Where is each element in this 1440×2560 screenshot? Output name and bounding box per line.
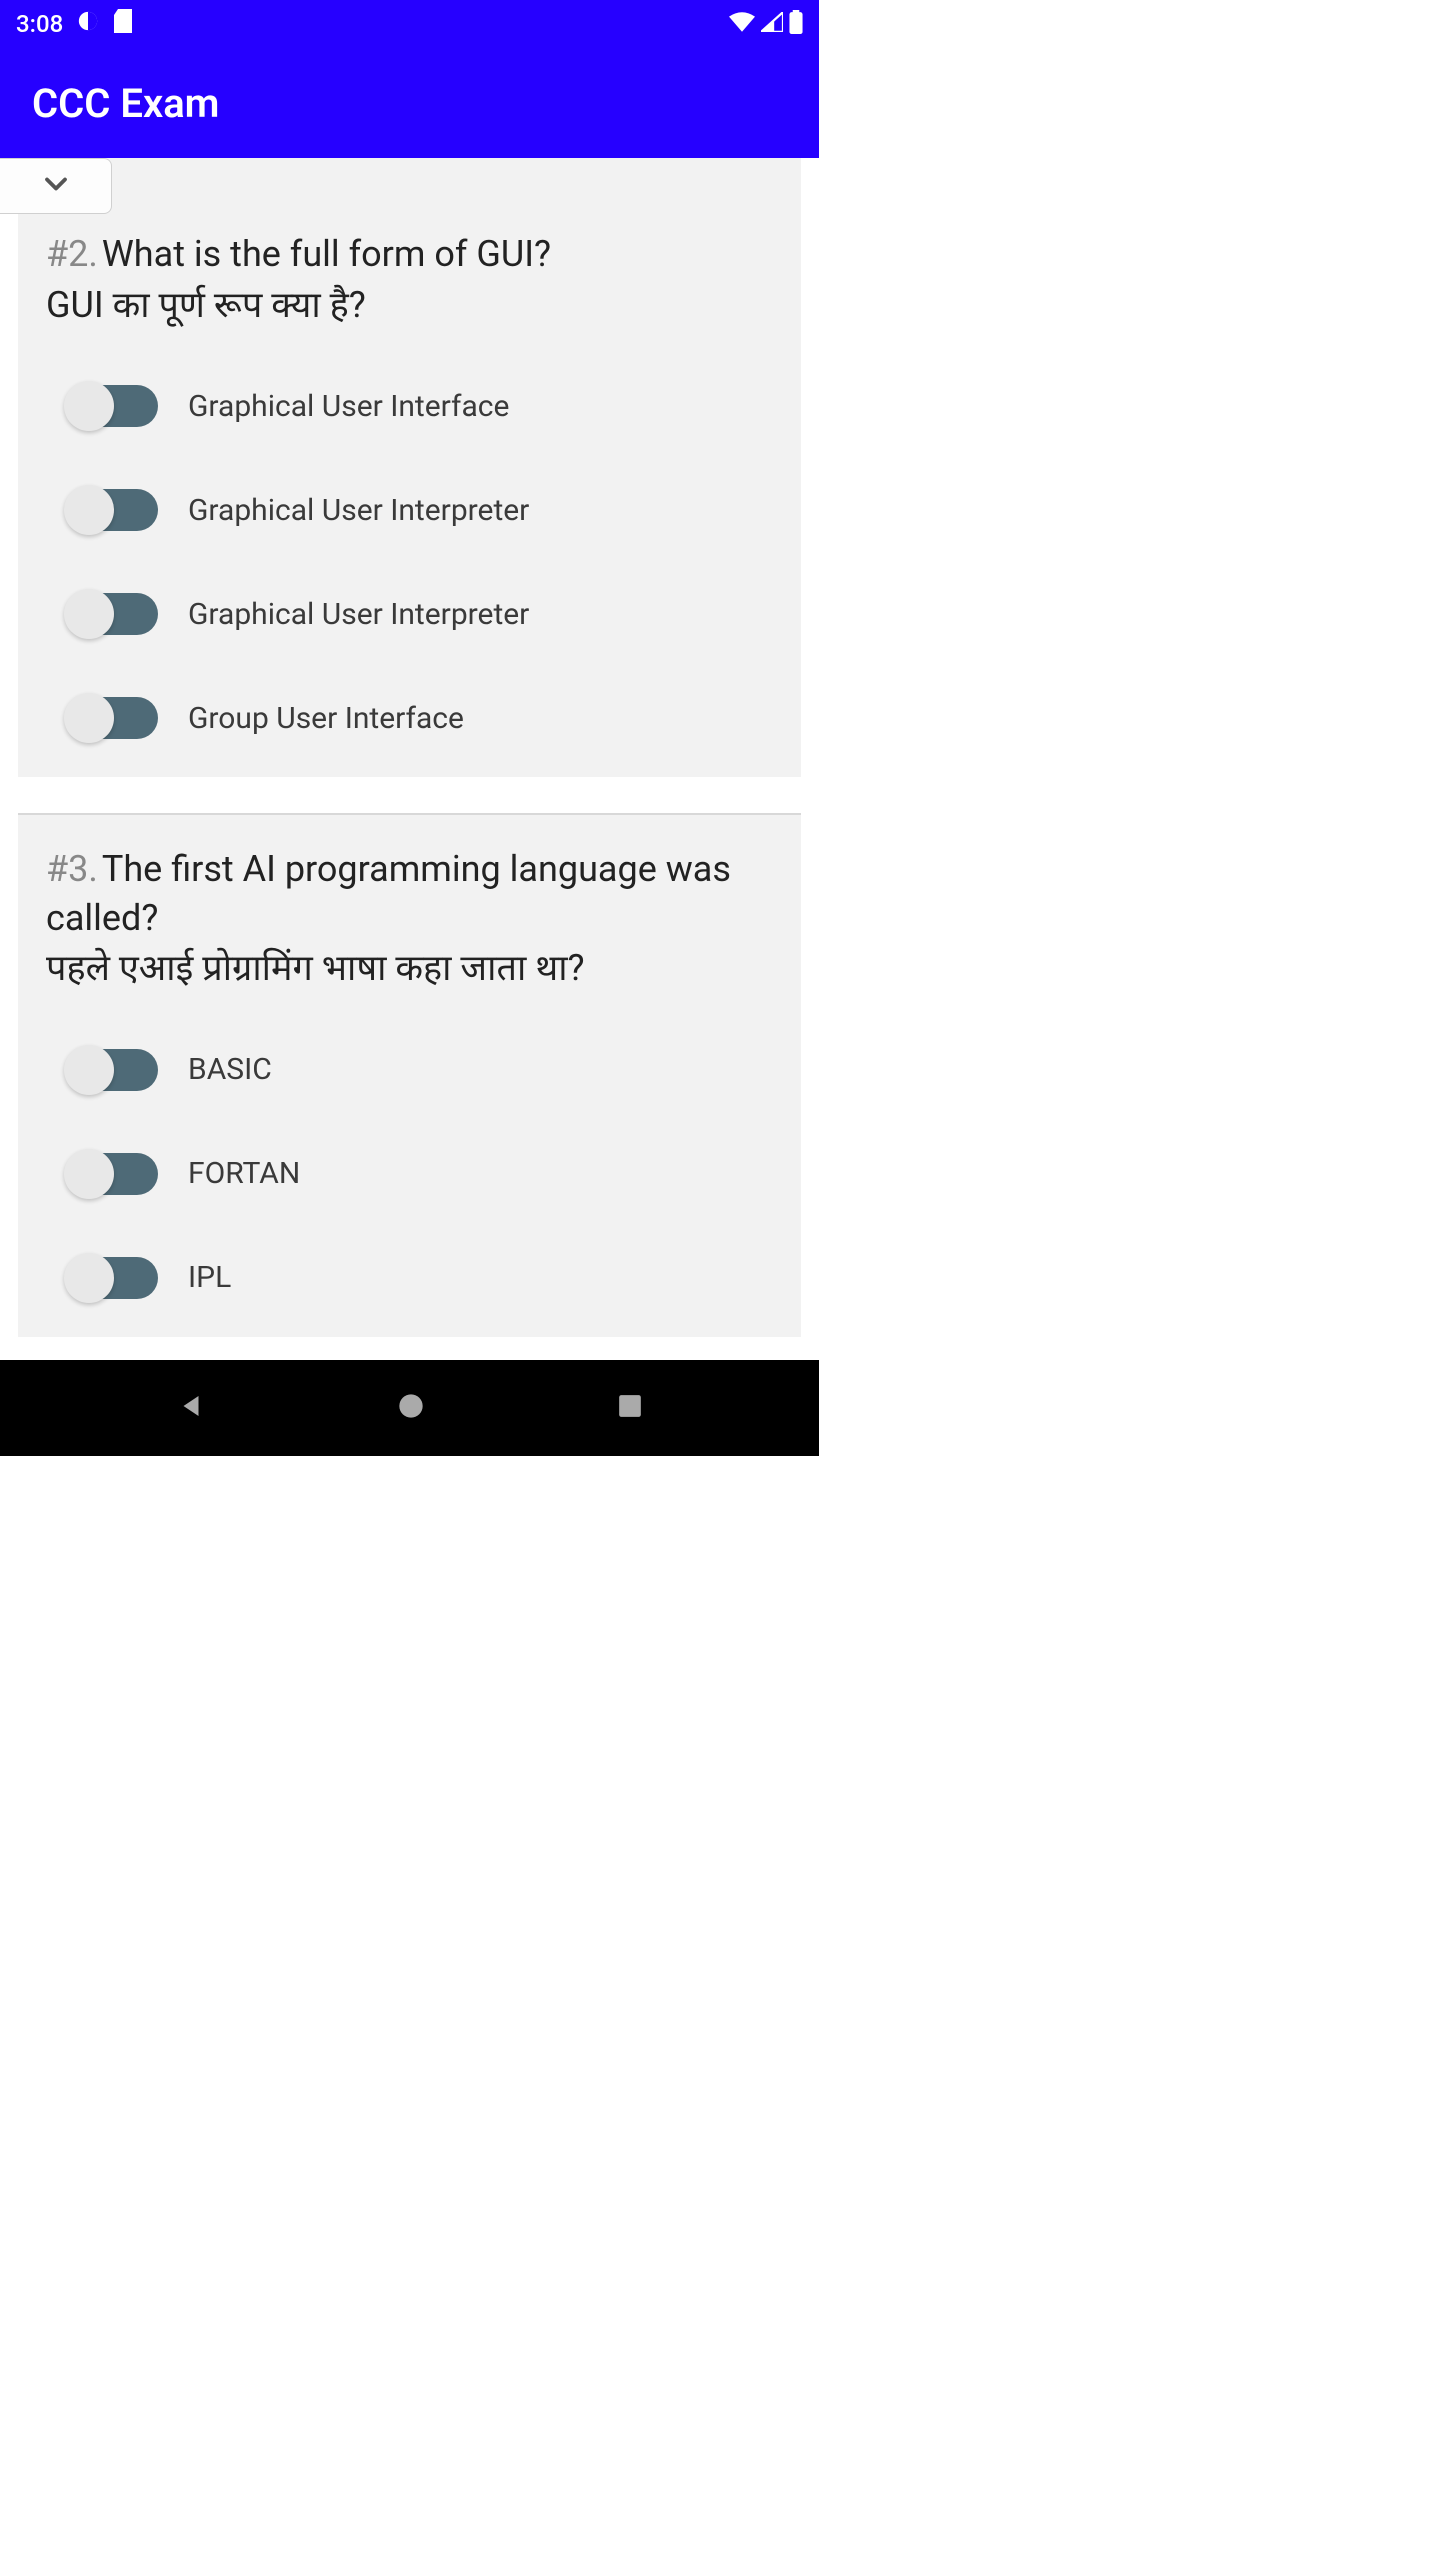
status-bar: 3:08 xyxy=(0,0,819,48)
option-label: Graphical User Interpreter xyxy=(188,493,529,528)
option-toggle[interactable] xyxy=(66,385,158,427)
options-list: BASIC FORTAN IPL xyxy=(46,1049,773,1299)
app-bar: CCC Exam xyxy=(0,48,819,158)
option-toggle[interactable] xyxy=(66,1153,158,1195)
option-row[interactable]: BASIC xyxy=(46,1049,773,1091)
question-number: #2. xyxy=(46,233,98,275)
status-icon-1 xyxy=(77,10,99,38)
wifi-icon xyxy=(729,12,755,36)
question-header: #2. What is the full form of GUI? xyxy=(46,230,773,279)
question-text-hi: पहले एआई प्रोग्रामिंग भाषा कहा जाता था? xyxy=(46,944,773,993)
signal-icon xyxy=(761,12,783,36)
back-button[interactable] xyxy=(176,1391,206,1425)
option-toggle[interactable] xyxy=(66,1257,158,1299)
question-text-en: The first AI programming language was ca… xyxy=(46,848,731,939)
sd-card-icon xyxy=(113,9,133,39)
question-text-en: What is the full form of GUI? xyxy=(102,233,551,275)
question-text-hi: GUI का पूर्ण रूप क्या है? xyxy=(46,281,773,330)
question-card: #3. The first AI programming language wa… xyxy=(18,813,801,1337)
option-row[interactable]: Group User Interface xyxy=(46,697,773,739)
chevron-down-icon xyxy=(38,166,74,206)
status-right xyxy=(729,10,803,38)
option-toggle[interactable] xyxy=(66,697,158,739)
dropdown-tab[interactable] xyxy=(0,158,112,214)
nav-bar xyxy=(0,1360,819,1456)
status-left: 3:08 xyxy=(16,9,133,39)
question-number: #3. xyxy=(46,848,98,890)
option-row[interactable]: FORTAN xyxy=(46,1153,773,1195)
options-list: Graphical User Interface Graphical User … xyxy=(46,385,773,739)
home-button[interactable] xyxy=(397,1392,425,1424)
option-label: IPL xyxy=(188,1260,231,1295)
option-label: Graphical User Interface xyxy=(188,389,509,424)
recent-button[interactable] xyxy=(617,1393,643,1423)
option-toggle[interactable] xyxy=(66,489,158,531)
option-row[interactable]: Graphical User Interpreter xyxy=(46,593,773,635)
status-time: 3:08 xyxy=(16,10,63,38)
option-row[interactable]: Graphical User Interface xyxy=(46,385,773,427)
question-card: #2. What is the full form of GUI? GUI का… xyxy=(18,158,801,777)
battery-icon xyxy=(789,10,803,38)
app-title: CCC Exam xyxy=(32,80,219,127)
option-label: FORTAN xyxy=(188,1156,300,1191)
option-toggle[interactable] xyxy=(66,593,158,635)
question-header: #3. The first AI programming language wa… xyxy=(46,845,773,942)
option-label: Group User Interface xyxy=(188,701,464,736)
option-label: Graphical User Interpreter xyxy=(188,597,529,632)
option-row[interactable]: Graphical User Interpreter xyxy=(46,489,773,531)
content-area: #2. What is the full form of GUI? GUI का… xyxy=(0,158,819,1360)
option-row[interactable]: IPL xyxy=(46,1257,773,1299)
option-label: BASIC xyxy=(188,1052,272,1087)
option-toggle[interactable] xyxy=(66,1049,158,1091)
